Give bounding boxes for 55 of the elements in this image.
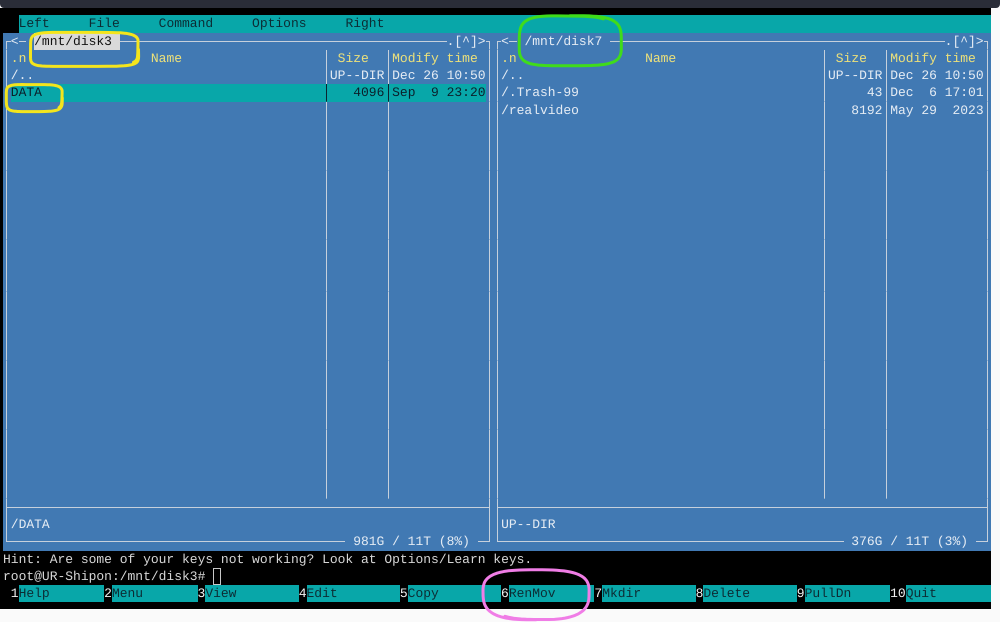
sort-indicator[interactable]: .n — [501, 50, 517, 68]
selected-file-info: /DATA — [10, 517, 50, 532]
panel-path: /mnt/disk7 — [524, 32, 604, 50]
function-key[interactable]: 9PullDn — [796, 585, 890, 602]
hint-text: Hint: Are some of your keys not working? Look at Options/Learn keys. — [3, 550, 532, 568]
file-name: /realvideo — [501, 102, 579, 118]
menu-item[interactable]: Left — [18, 15, 50, 33]
function-key[interactable]: 7Mkdir — [594, 585, 696, 602]
file-row[interactable]: /.. UP--DIR Dec 26 10:50 — [501, 67, 984, 84]
function-key[interactable]: 3View — [198, 585, 299, 602]
file-size: UP--DIR — [330, 68, 384, 84]
file-size: 43 — [866, 85, 882, 100]
cursor-icon — [213, 568, 221, 585]
sort-indicator[interactable]: .n — [10, 50, 26, 68]
file-modified-time: Sep 9 23:20 — [392, 85, 486, 100]
file-size: 4096 — [353, 85, 384, 100]
file-name: /.. — [501, 68, 524, 84]
menu-item[interactable]: File — [88, 15, 120, 33]
file-modified-time: Dec 26 10:50 — [392, 68, 486, 84]
file-name: /.. — [10, 68, 34, 84]
panel-history-controls[interactable]: .[^]> — [944, 32, 984, 50]
file-row[interactable]: /.. UP--DIR Dec 26 10:50 — [10, 67, 486, 84]
column-header[interactable]: Name — [645, 50, 676, 68]
menu-item[interactable]: Command — [158, 15, 214, 33]
menu-item[interactable]: Options — [252, 15, 307, 33]
column-header[interactable]: Modify time — [890, 50, 976, 66]
panel-history-controls[interactable]: .[^]> — [446, 32, 486, 50]
file-row[interactable]: /.Trash-99 43 Dec 6 17:01 — [501, 84, 984, 102]
function-key[interactable]: 2Menu — [104, 585, 198, 602]
function-key[interactable]: 4Edit — [298, 585, 400, 602]
function-key[interactable]: 6RenMov — [501, 585, 594, 602]
history-back[interactable]: < — [10, 32, 19, 50]
function-key[interactable]: 5Copy — [400, 585, 502, 602]
file-size: 8192 — [851, 102, 882, 118]
function-key[interactable]: 10Quit — [890, 585, 992, 602]
file-name: DATA — [10, 85, 42, 100]
file-row[interactable]: DATA 4096 Sep 9 23:20 — [10, 84, 486, 102]
column-header[interactable]: Name — [150, 50, 182, 68]
file-modified-time: May 29 2023 — [890, 102, 984, 118]
column-header[interactable]: Size — [836, 50, 867, 66]
file-size: UP--DIR — [828, 68, 882, 84]
column-header[interactable]: Modify time — [392, 50, 478, 66]
file-modified-time: Dec 26 10:50 — [890, 68, 984, 84]
shell-prompt: root@UR-Shipon:/mnt/disk3# — [3, 568, 206, 586]
column-header[interactable]: Size — [338, 50, 369, 66]
file-modified-time: Dec 6 17:01 — [890, 85, 984, 100]
menu-item[interactable]: Right — [345, 15, 384, 33]
disk-usage: 376G / 11T (3%) — [851, 533, 968, 551]
history-back[interactable]: < — [501, 32, 509, 50]
file-name: /.Trash-99 — [501, 85, 579, 100]
disk-usage: 981G / 11T (8%) — [353, 533, 470, 551]
function-key[interactable]: 1Help — [10, 585, 104, 602]
function-key[interactable]: 8Delete — [696, 585, 797, 602]
selected-file-info: UP--DIR — [501, 517, 556, 532]
file-row[interactable]: /realvideo 8192 May 29 2023 — [501, 102, 984, 119]
